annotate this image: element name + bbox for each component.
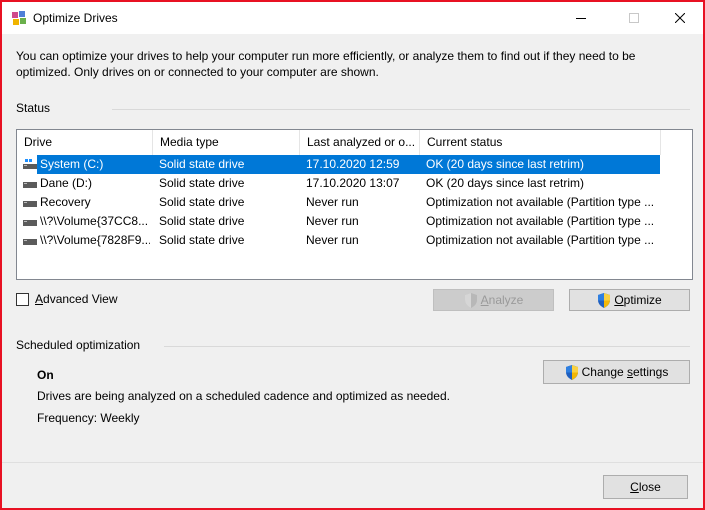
- column-current-status[interactable]: Current status: [420, 130, 661, 155]
- status-label: Status: [16, 101, 57, 115]
- drive-row-dane-d[interactable]: Dane (D:) Solid state drive 17.10.2020 1…: [17, 174, 692, 193]
- uac-shield-icon: [565, 364, 578, 380]
- drive-last-analyzed: Never run: [306, 214, 359, 228]
- drive-current-status: OK (20 days since last retrim): [426, 157, 585, 171]
- schedule-description: Drives are being analyzed on a scheduled…: [37, 389, 450, 403]
- drive-current-status: Optimization not available (Partition ty…: [426, 214, 655, 228]
- drive-name: Recovery: [40, 195, 91, 209]
- drive-row-volume-37cc8[interactable]: \\?\Volume{37CC8... Solid state drive Ne…: [17, 212, 692, 231]
- change-settings-label: Change settings: [581, 365, 669, 379]
- column-media-type[interactable]: Media type: [153, 130, 300, 155]
- window-title: Optimize Drives: [33, 11, 118, 25]
- defrag-app-icon: [11, 10, 27, 26]
- drive-current-status: OK (20 days since last retrim): [426, 176, 585, 190]
- drives-list[interactable]: Drive Media type Last analyzed or o... C…: [16, 129, 693, 280]
- drive-row-system-c[interactable]: System (C:) Solid state drive 17.10.2020…: [17, 155, 692, 174]
- drive-current-status: Optimization not available (Partition ty…: [426, 233, 655, 247]
- maximize-icon: [629, 13, 639, 23]
- drive-last-analyzed: Never run: [306, 195, 359, 209]
- drive-name: \\?\Volume{7828F9...: [40, 233, 150, 247]
- close-label: Close: [630, 480, 661, 494]
- column-last-analyzed[interactable]: Last analyzed or o...: [300, 130, 420, 155]
- drive-name: Dane (D:): [40, 176, 93, 190]
- scheduled-separator: [164, 346, 690, 347]
- optimize-drives-window: Optimize Drives You can optimize your dr…: [0, 0, 705, 510]
- drives-list-header: Drive Media type Last analyzed or o... C…: [17, 130, 692, 155]
- analyze-button: Analyze: [433, 289, 554, 311]
- drive-media-type: Solid state drive: [159, 195, 245, 209]
- change-settings-button[interactable]: Change settings: [543, 360, 690, 384]
- minimize-button[interactable]: [558, 2, 604, 34]
- minimize-icon: [576, 18, 586, 19]
- drive-last-analyzed: Never run: [306, 233, 359, 247]
- advanced-view-checkbox[interactable]: [16, 293, 29, 306]
- optimize-label: Optimize: [614, 293, 662, 307]
- footer-bar: Close: [2, 462, 703, 508]
- drive-icon: [23, 178, 37, 189]
- uac-shield-icon: [464, 292, 477, 308]
- drive-icon: [23, 197, 37, 208]
- intro-text: You can optimize your drives to help you…: [16, 49, 636, 79]
- drive-current-status: Optimization not available (Partition ty…: [426, 195, 655, 209]
- drive-row-recovery[interactable]: Recovery Solid state drive Never run Opt…: [17, 193, 692, 212]
- advanced-view-label-rest: dvanced View: [43, 292, 118, 306]
- advanced-view-label[interactable]: Advanced View: [35, 292, 118, 306]
- drive-icon: [23, 216, 37, 227]
- system-drive-icon: [23, 159, 37, 170]
- maximize-button: [611, 2, 657, 34]
- schedule-state: On: [37, 368, 54, 382]
- drive-icon: [23, 235, 37, 246]
- status-separator: [112, 109, 690, 110]
- scheduled-optimization-label: Scheduled optimization: [16, 338, 147, 352]
- drive-media-type: Solid state drive: [159, 157, 245, 171]
- drive-last-analyzed: 17.10.2020 12:59: [306, 157, 400, 171]
- uac-shield-icon: [598, 292, 611, 308]
- drive-media-type: Solid state drive: [159, 176, 245, 190]
- drive-name: \\?\Volume{37CC8...: [40, 214, 149, 228]
- drive-media-type: Solid state drive: [159, 214, 245, 228]
- column-drive[interactable]: Drive: [17, 130, 153, 155]
- close-button[interactable]: Close: [603, 475, 688, 499]
- drive-row-volume-7828f9[interactable]: \\?\Volume{7828F9... Solid state drive N…: [17, 231, 692, 250]
- drive-name: System (C:): [40, 157, 104, 171]
- title-bar[interactable]: Optimize Drives: [2, 2, 703, 34]
- drive-last-analyzed: 17.10.2020 13:07: [306, 176, 400, 190]
- drive-media-type: Solid state drive: [159, 233, 245, 247]
- optimize-button[interactable]: Optimize: [569, 289, 690, 311]
- schedule-frequency: Frequency: Weekly: [37, 411, 140, 425]
- close-icon: [675, 13, 685, 23]
- analyze-label: Analyze: [480, 293, 524, 307]
- close-window-button[interactable]: [657, 2, 703, 34]
